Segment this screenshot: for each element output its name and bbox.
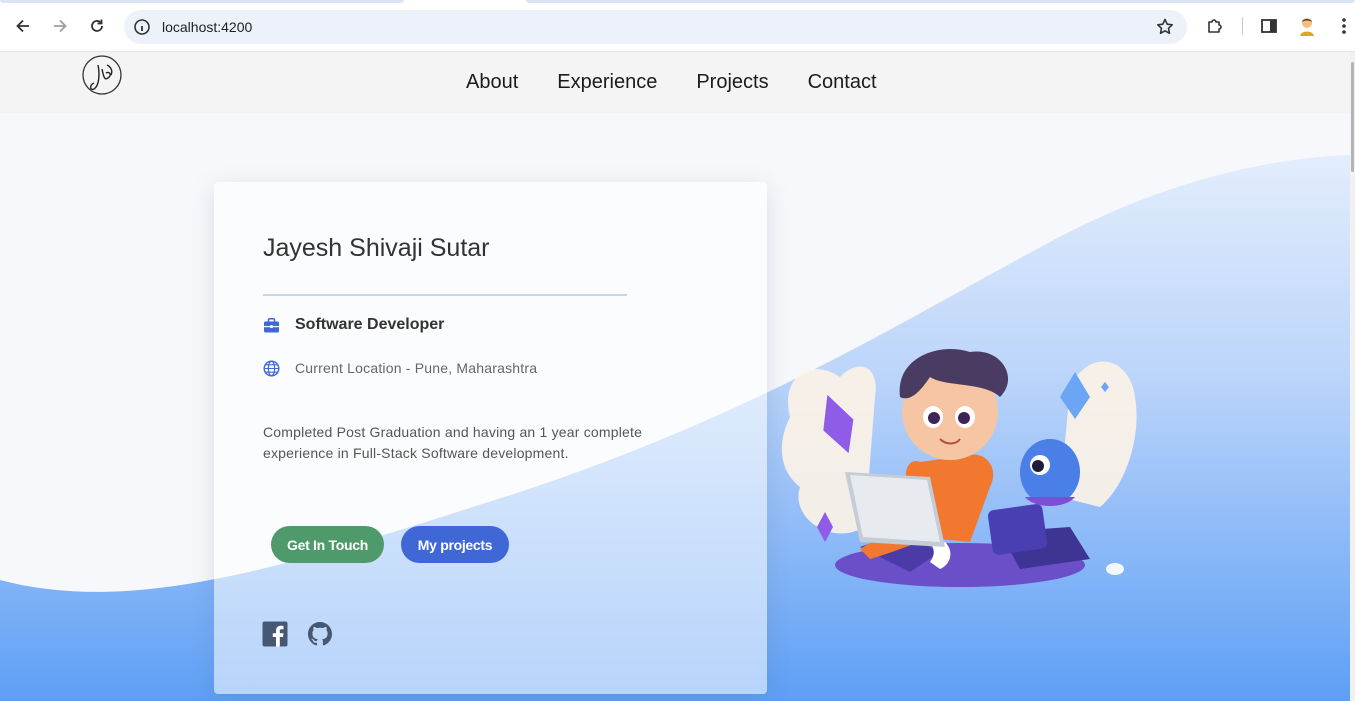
side-panel-button[interactable]: [1257, 14, 1281, 38]
browser-menu-button[interactable]: [1332, 14, 1355, 38]
hero-illustration: [781, 349, 1137, 587]
nav-about[interactable]: About: [466, 71, 518, 94]
extensions-button[interactable]: [1203, 14, 1227, 38]
profile-role: Software Developer: [295, 316, 445, 333]
back-button[interactable]: [10, 13, 36, 39]
briefcase-icon: [262, 316, 280, 334]
browser-toolbar: localhost:4200: [0, 0, 1355, 52]
globe-icon: [262, 359, 280, 377]
forward-button[interactable]: [47, 13, 73, 39]
location-row: Current Location - Pune, Maharashtra: [262, 359, 537, 377]
reload-button[interactable]: [84, 13, 110, 39]
nav-contact[interactable]: Contact: [808, 71, 877, 94]
github-icon[interactable]: [307, 621, 333, 647]
page-scrollbar[interactable]: [1350, 52, 1355, 701]
browser-tab-edge: [526, 0, 1355, 3]
profile-avatar[interactable]: [1295, 14, 1319, 38]
nav-experience[interactable]: Experience: [557, 71, 657, 94]
scrollbar-thumb[interactable]: [1351, 62, 1354, 172]
info-icon[interactable]: [133, 18, 151, 36]
nav-projects[interactable]: Projects: [696, 71, 768, 94]
main-nav: About Experience Projects Contact: [466, 71, 916, 94]
my-projects-button[interactable]: My projects: [401, 526, 509, 563]
facebook-icon[interactable]: [262, 621, 288, 647]
reload-icon: [91, 19, 103, 32]
star-icon[interactable]: [1155, 17, 1175, 37]
puzzle-icon: [1208, 19, 1222, 33]
role-row: Software Developer: [262, 316, 444, 334]
address-bar[interactable]: localhost:4200: [124, 10, 1187, 44]
toolbar-separator: [1242, 17, 1243, 35]
profile-name: Jayesh Shivaji Sutar: [263, 234, 490, 262]
side-panel-icon: [1261, 19, 1277, 33]
profile-card: Jayesh Shivaji Sutar Software Developer …: [214, 182, 767, 694]
arrow-right-icon: [54, 19, 67, 33]
logo[interactable]: [80, 53, 124, 99]
more-vert-icon: [1342, 18, 1346, 34]
name-divider: [263, 294, 627, 296]
site-header: About Experience Projects Contact: [0, 52, 1350, 113]
address-url[interactable]: localhost:4200: [162, 19, 252, 35]
browser-tab-edge: [0, 0, 404, 3]
get-in-touch-button[interactable]: Get In Touch: [271, 526, 384, 563]
arrow-left-icon: [16, 19, 29, 33]
profile-description: Completed Post Graduation and having an …: [263, 424, 643, 461]
page: About Experience Projects Contact Jayesh…: [0, 52, 1350, 701]
avatar-icon: [1300, 18, 1314, 36]
profile-location: Current Location - Pune, Maharashtra: [295, 360, 538, 376]
